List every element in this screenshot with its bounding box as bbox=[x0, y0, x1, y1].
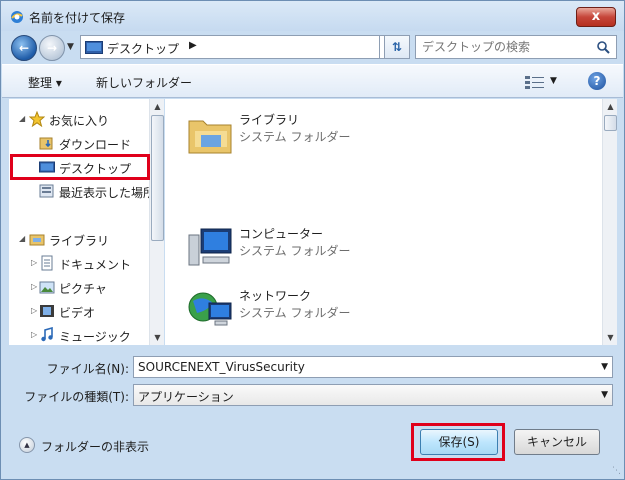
address-bar[interactable]: デスクトップ ▶ bbox=[80, 35, 380, 59]
navigation-scrollbar[interactable]: ▲ ▼ bbox=[149, 99, 164, 345]
documents-icon bbox=[41, 255, 53, 271]
filename-field[interactable]: SOURCENEXT_VirusSecurity ▼ bbox=[133, 356, 613, 378]
filename-label: ファイル名(N): bbox=[46, 362, 129, 376]
command-bar: 整理 ▾ 新しいフォルダー ▼ ? bbox=[2, 64, 623, 98]
expand-favorites-icon[interactable]: ◢ bbox=[19, 114, 25, 123]
scroll-up-icon[interactable]: ▲ bbox=[603, 99, 618, 114]
list-item-network[interactable]: ネットワーク システム フォルダー bbox=[187, 287, 407, 335]
back-arrow-icon: ← bbox=[18, 41, 30, 55]
pictures-icon bbox=[39, 281, 55, 294]
desktop-highlight-box bbox=[10, 154, 150, 180]
filename-value[interactable]: SOURCENEXT_VirusSecurity bbox=[138, 360, 305, 374]
chevron-down-icon[interactable]: ▼ bbox=[601, 390, 608, 400]
search-box[interactable] bbox=[415, 35, 617, 59]
back-button[interactable]: ← bbox=[11, 35, 37, 61]
file-list: ライブラリ システム フォルダー コンピューター システム フォルダー ネットワ… bbox=[165, 99, 602, 345]
help-button[interactable]: ? bbox=[588, 72, 606, 90]
search-input[interactable] bbox=[420, 38, 590, 56]
downloads-folder-icon bbox=[39, 137, 53, 150]
refresh-icon: ⇅ bbox=[391, 40, 403, 54]
desktop-icon bbox=[85, 41, 103, 54]
expand-documents-icon[interactable]: ▷ bbox=[31, 258, 37, 267]
cancel-button[interactable]: キャンセル bbox=[514, 429, 600, 455]
refresh-button[interactable]: ⇅ bbox=[384, 35, 410, 59]
save-as-dialog: 名前を付けて保存 x ← → ▼ デスクトップ ▶ ▼ ⇅ 整理 ▾ 新しいフォ… bbox=[0, 0, 625, 480]
scroll-thumb[interactable] bbox=[604, 115, 617, 131]
ie-icon bbox=[11, 11, 23, 23]
expand-libraries-icon[interactable]: ◢ bbox=[19, 234, 25, 243]
breadcrumb-desktop[interactable]: デスクトップ bbox=[107, 40, 179, 57]
resize-grip-icon[interactable]: ⋱ bbox=[612, 466, 621, 476]
search-icon[interactable] bbox=[596, 40, 610, 54]
scroll-up-icon[interactable]: ▲ bbox=[150, 99, 165, 114]
title-bar: 名前を付けて保存 x bbox=[1, 1, 624, 31]
scroll-thumb[interactable] bbox=[151, 115, 164, 241]
save-highlight-box bbox=[411, 423, 505, 461]
scroll-down-icon[interactable]: ▼ bbox=[603, 330, 618, 345]
view-options-icon[interactable] bbox=[524, 74, 546, 90]
window-title: 名前を付けて保存 bbox=[29, 11, 126, 25]
computer-icon bbox=[188, 228, 232, 266]
organize-button[interactable]: 整理 ▾ bbox=[28, 74, 62, 91]
chevron-down-icon[interactable]: ▼ bbox=[601, 362, 608, 372]
recent-places-icon bbox=[39, 184, 54, 198]
expand-pictures-icon[interactable]: ▷ bbox=[31, 282, 37, 291]
breadcrumb-chevron-icon[interactable]: ▶ bbox=[189, 40, 197, 51]
library-folder-icon bbox=[188, 120, 232, 154]
recent-pages-dropdown-icon[interactable]: ▼ bbox=[67, 42, 74, 52]
forward-button[interactable]: → bbox=[39, 35, 65, 61]
network-icon bbox=[188, 292, 232, 326]
filetype-select[interactable]: アプリケーション ▼ bbox=[133, 384, 613, 406]
view-dropdown-icon[interactable]: ▼ bbox=[550, 76, 557, 86]
videos-icon bbox=[40, 305, 54, 317]
library-icon bbox=[29, 234, 45, 246]
list-item-computer[interactable]: コンピューター システム フォルダー bbox=[187, 225, 407, 273]
scroll-down-icon[interactable]: ▼ bbox=[150, 330, 165, 345]
close-button[interactable]: x bbox=[576, 7, 616, 27]
music-icon bbox=[41, 327, 53, 342]
filetype-value: アプリケーション bbox=[138, 390, 234, 404]
list-item-libraries[interactable]: ライブラリ システム フォルダー bbox=[187, 111, 407, 159]
content-scrollbar[interactable]: ▲ ▼ bbox=[602, 99, 617, 345]
help-icon: ? bbox=[593, 74, 601, 88]
expand-videos-icon[interactable]: ▷ bbox=[31, 306, 37, 315]
star-icon bbox=[29, 111, 45, 127]
filetype-label: ファイルの種類(T): bbox=[24, 390, 129, 404]
forward-arrow-icon: → bbox=[46, 41, 58, 55]
navigation-pane: ◢ お気に入り ダウンロード デスクトップ 最近表示した場所 ◢ ライブラリ ▷… bbox=[9, 99, 164, 345]
expand-music-icon[interactable]: ▷ bbox=[31, 330, 37, 339]
collapse-up-icon: ▲ bbox=[19, 437, 35, 453]
new-folder-button[interactable]: 新しいフォルダー bbox=[96, 74, 192, 91]
